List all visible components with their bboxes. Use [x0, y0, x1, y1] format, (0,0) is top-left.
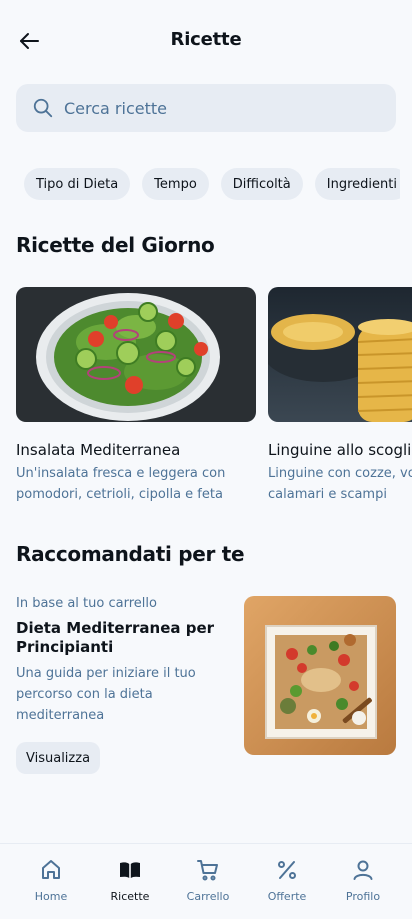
nav-label: Offerte [267, 890, 307, 903]
bottom-navigation: Home Ricette Carrello Offerte Profilo [0, 843, 412, 919]
filter-chip-difficulty[interactable]: Difficoltà [220, 168, 303, 200]
recipe-description: Linguine con cozze, vongole, calamari e … [268, 466, 412, 502]
user-icon [353, 860, 373, 880]
filter-chips: Tipo di Dieta Tempo Difficoltà Ingredien… [24, 168, 400, 200]
nav-label: Home [34, 890, 68, 903]
home-icon [42, 860, 60, 879]
nav-item-home[interactable]: Home [16, 856, 86, 903]
filter-chip-time[interactable]: Tempo [142, 168, 209, 200]
nav-item-recipes[interactable]: Ricette [95, 856, 165, 903]
recommended-description: Una guida per iniziare il tuo percorso c… [16, 666, 196, 723]
daily-recipes-carousel: Insalata Mediterranea Un'insalata fresca… [16, 287, 412, 507]
filter-chip-ingredients[interactable]: Ingredienti [314, 168, 400, 200]
recipe-title: Linguine allo scoglio [268, 441, 412, 459]
view-button[interactable]: Visualizza [16, 742, 101, 774]
section-title-daily: Ricette del Giorno [16, 233, 215, 257]
book-icon [120, 862, 140, 878]
search-input[interactable] [64, 98, 364, 118]
cart-icon [197, 860, 218, 881]
nav-item-profile[interactable]: Profilo [328, 856, 398, 903]
recommended-card: In base al tuo carrello Dieta Mediterran… [16, 596, 396, 776]
nav-label: Ricette [110, 890, 150, 903]
recipe-title: Insalata Mediterranea [16, 441, 181, 459]
nav-item-offers[interactable]: Offerte [252, 856, 322, 903]
recipe-description: Un'insalata fresca e leggera con pomodor… [16, 466, 226, 502]
search-icon [33, 98, 53, 118]
nav-item-cart[interactable]: Carrello [173, 856, 243, 903]
recipe-image-salad [16, 287, 256, 422]
top-bar: Ricette [0, 0, 412, 80]
recipe-image-pasta [268, 287, 412, 422]
recipe-card[interactable]: Insalata Mediterranea Un'insalata fresca… [16, 287, 256, 505]
percent-icon [278, 861, 296, 879]
search-bar[interactable] [16, 84, 396, 132]
nav-label: Profilo [345, 890, 381, 903]
nav-label: Carrello [186, 890, 230, 903]
recipe-card[interactable]: Linguine allo scoglio Linguine con cozze… [268, 287, 412, 505]
page-title: Ricette [170, 29, 242, 50]
recommended-title: Dieta Mediterranea per Principianti [16, 619, 215, 656]
filter-chip-diet-type[interactable]: Tipo di Dieta [24, 168, 131, 200]
recommended-image[interactable] [244, 596, 396, 755]
section-title-recommended: Raccomandati per te [16, 542, 245, 566]
